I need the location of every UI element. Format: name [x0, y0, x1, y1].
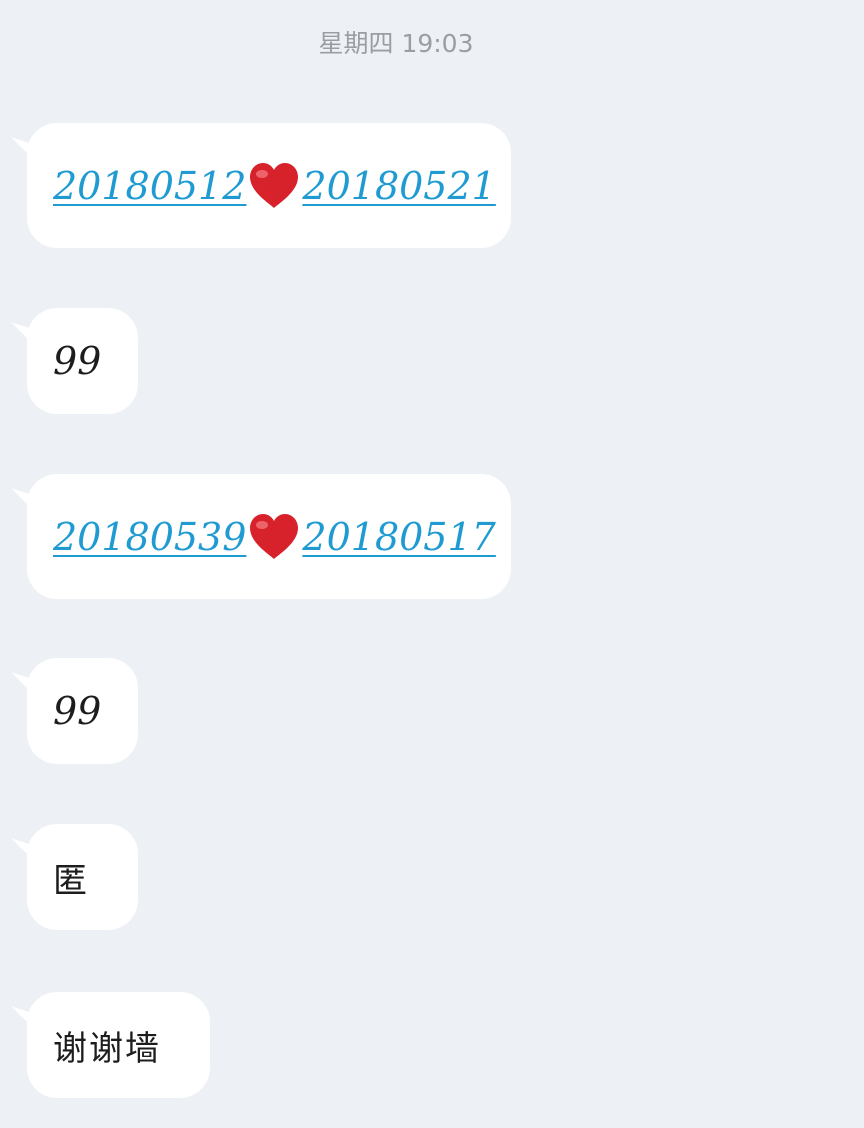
message-bubble[interactable]: 20180512 20180521: [27, 123, 511, 248]
message-text: 99: [53, 689, 102, 733]
date-link[interactable]: 20180521: [302, 164, 495, 208]
message-text: 匿: [53, 860, 89, 901]
message-timestamp: 星期四 19:03: [318, 29, 474, 58]
message-bubble[interactable]: 20180539 20180517: [27, 474, 511, 599]
red-heart-icon: [250, 513, 299, 559]
message-bubble[interactable]: 匿: [27, 824, 138, 930]
date-link[interactable]: 20180517: [302, 515, 495, 559]
message-bubble[interactable]: 99: [27, 658, 138, 764]
date-link[interactable]: 20180512: [53, 164, 246, 208]
message-text: 99: [53, 339, 102, 383]
message-text: 谢谢墙: [53, 1028, 161, 1069]
message-bubble[interactable]: 99: [27, 308, 138, 414]
red-heart-icon: [250, 162, 299, 208]
message-bubble[interactable]: 谢谢墙: [27, 992, 210, 1098]
date-link[interactable]: 20180539: [53, 515, 246, 559]
